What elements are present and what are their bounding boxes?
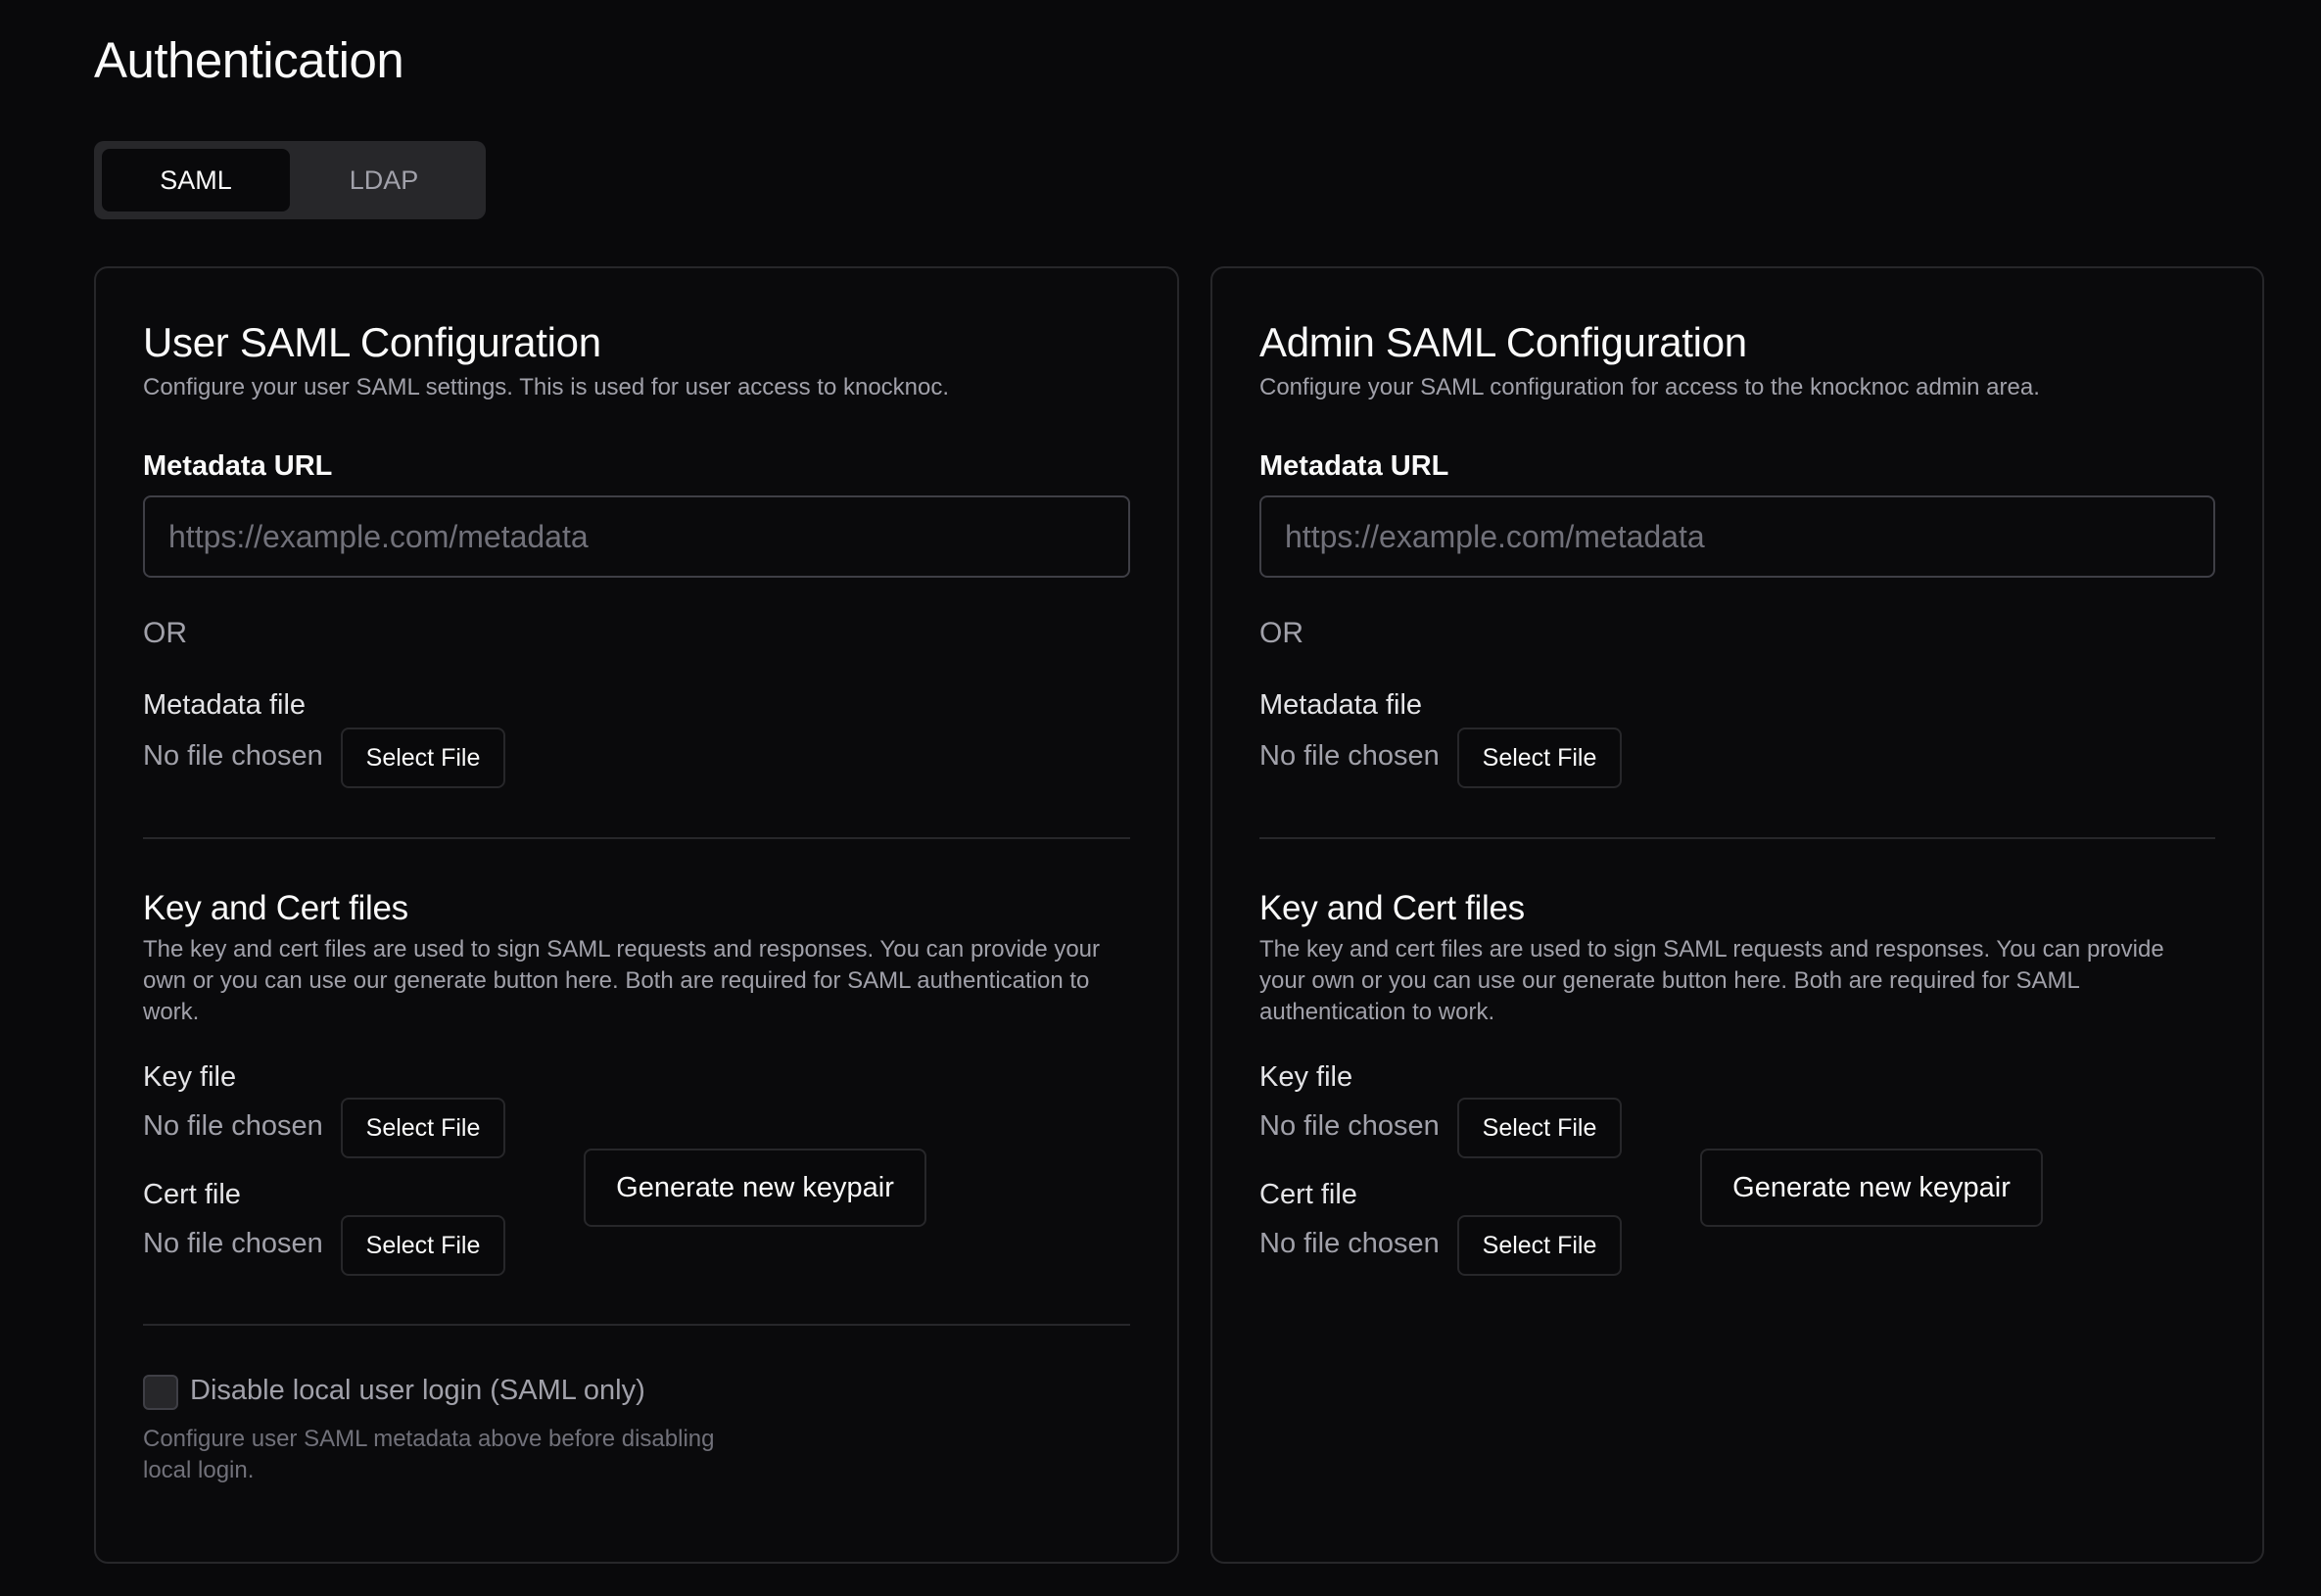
key-file-label: Key file xyxy=(1259,1061,1353,1093)
key-select-file-button[interactable]: Select File xyxy=(341,1098,505,1158)
tab-saml[interactable]: SAML xyxy=(102,149,290,211)
divider xyxy=(143,1324,1130,1326)
key-file-status: No file chosen xyxy=(1259,1110,1440,1142)
tab-ldap[interactable]: LDAP xyxy=(290,149,478,211)
user-saml-card: User SAML Configuration Configure your u… xyxy=(94,266,1179,1564)
cert-file-status: No file chosen xyxy=(143,1228,323,1259)
card-title: Admin SAML Configuration xyxy=(1259,319,1747,365)
metadata-file-status: No file chosen xyxy=(1259,740,1440,772)
or-label: OR xyxy=(1259,617,1303,649)
divider xyxy=(143,837,1130,839)
keycert-description-line: The key and cert files are used to sign … xyxy=(143,936,1101,962)
metadata-select-file-button[interactable]: Select File xyxy=(1457,728,1622,788)
keycert-description-line: your own or you can use our generate but… xyxy=(1259,967,2080,994)
admin-saml-card: Admin SAML Configuration Configure your … xyxy=(1210,266,2264,1564)
generate-keypair-button[interactable]: Generate new keypair xyxy=(584,1149,926,1227)
cert-select-file-button[interactable]: Select File xyxy=(341,1215,505,1276)
page-title: Authentication xyxy=(94,32,404,88)
disable-local-login-label: Disable local user login (SAML only) xyxy=(190,1375,645,1406)
card-description: Configure your user SAML settings. This … xyxy=(143,374,950,400)
metadata-file-label: Metadata file xyxy=(1259,689,1423,721)
metadata-file-label: Metadata file xyxy=(143,689,307,721)
card-description: Configure your SAML configuration for ac… xyxy=(1259,374,2040,400)
key-select-file-button[interactable]: Select File xyxy=(1457,1098,1622,1158)
auth-tabs: SAML LDAP xyxy=(94,141,486,219)
key-file-status: No file chosen xyxy=(143,1110,323,1142)
metadata-url-input[interactable] xyxy=(1259,495,2215,578)
keycert-description: The key and cert files are used to sign … xyxy=(1259,934,2229,1028)
keycert-description-line: authentication to work. xyxy=(1259,999,1495,1025)
metadata-url-label: Metadata URL xyxy=(143,450,333,482)
cert-file-label: Cert file xyxy=(1259,1179,1357,1210)
generate-keypair-button[interactable]: Generate new keypair xyxy=(1700,1149,2043,1227)
keycert-description-line: own or you can use our generate button h… xyxy=(143,967,1090,994)
cert-select-file-button[interactable]: Select File xyxy=(1457,1215,1622,1276)
page: Authentication SAML LDAP User SAML Confi… xyxy=(0,0,2321,1596)
hint-line: Configure user SAML metadata above befor… xyxy=(143,1426,715,1452)
metadata-file-status: No file chosen xyxy=(143,740,323,772)
keycert-title: Key and Cert files xyxy=(1259,889,1525,927)
card-title: User SAML Configuration xyxy=(143,319,601,365)
hint-line: local login. xyxy=(143,1457,255,1483)
disable-local-login-hint: Configure user SAML metadata above befor… xyxy=(143,1424,714,1486)
divider xyxy=(1259,837,2215,839)
keycert-description-line: work. xyxy=(143,999,200,1025)
or-label: OR xyxy=(143,617,187,649)
metadata-url-input[interactable] xyxy=(143,495,1130,578)
metadata-url-label: Metadata URL xyxy=(1259,450,1449,482)
key-file-label: Key file xyxy=(143,1061,237,1093)
keycert-description: The key and cert files are used to sign … xyxy=(143,934,1142,1028)
keycert-title: Key and Cert files xyxy=(143,889,408,927)
keycert-description-line: The key and cert files are used to sign … xyxy=(1259,936,2164,962)
cert-file-status: No file chosen xyxy=(1259,1228,1440,1259)
metadata-select-file-button[interactable]: Select File xyxy=(341,728,505,788)
cert-file-label: Cert file xyxy=(143,1179,241,1210)
disable-local-login-checkbox[interactable] xyxy=(143,1375,178,1410)
